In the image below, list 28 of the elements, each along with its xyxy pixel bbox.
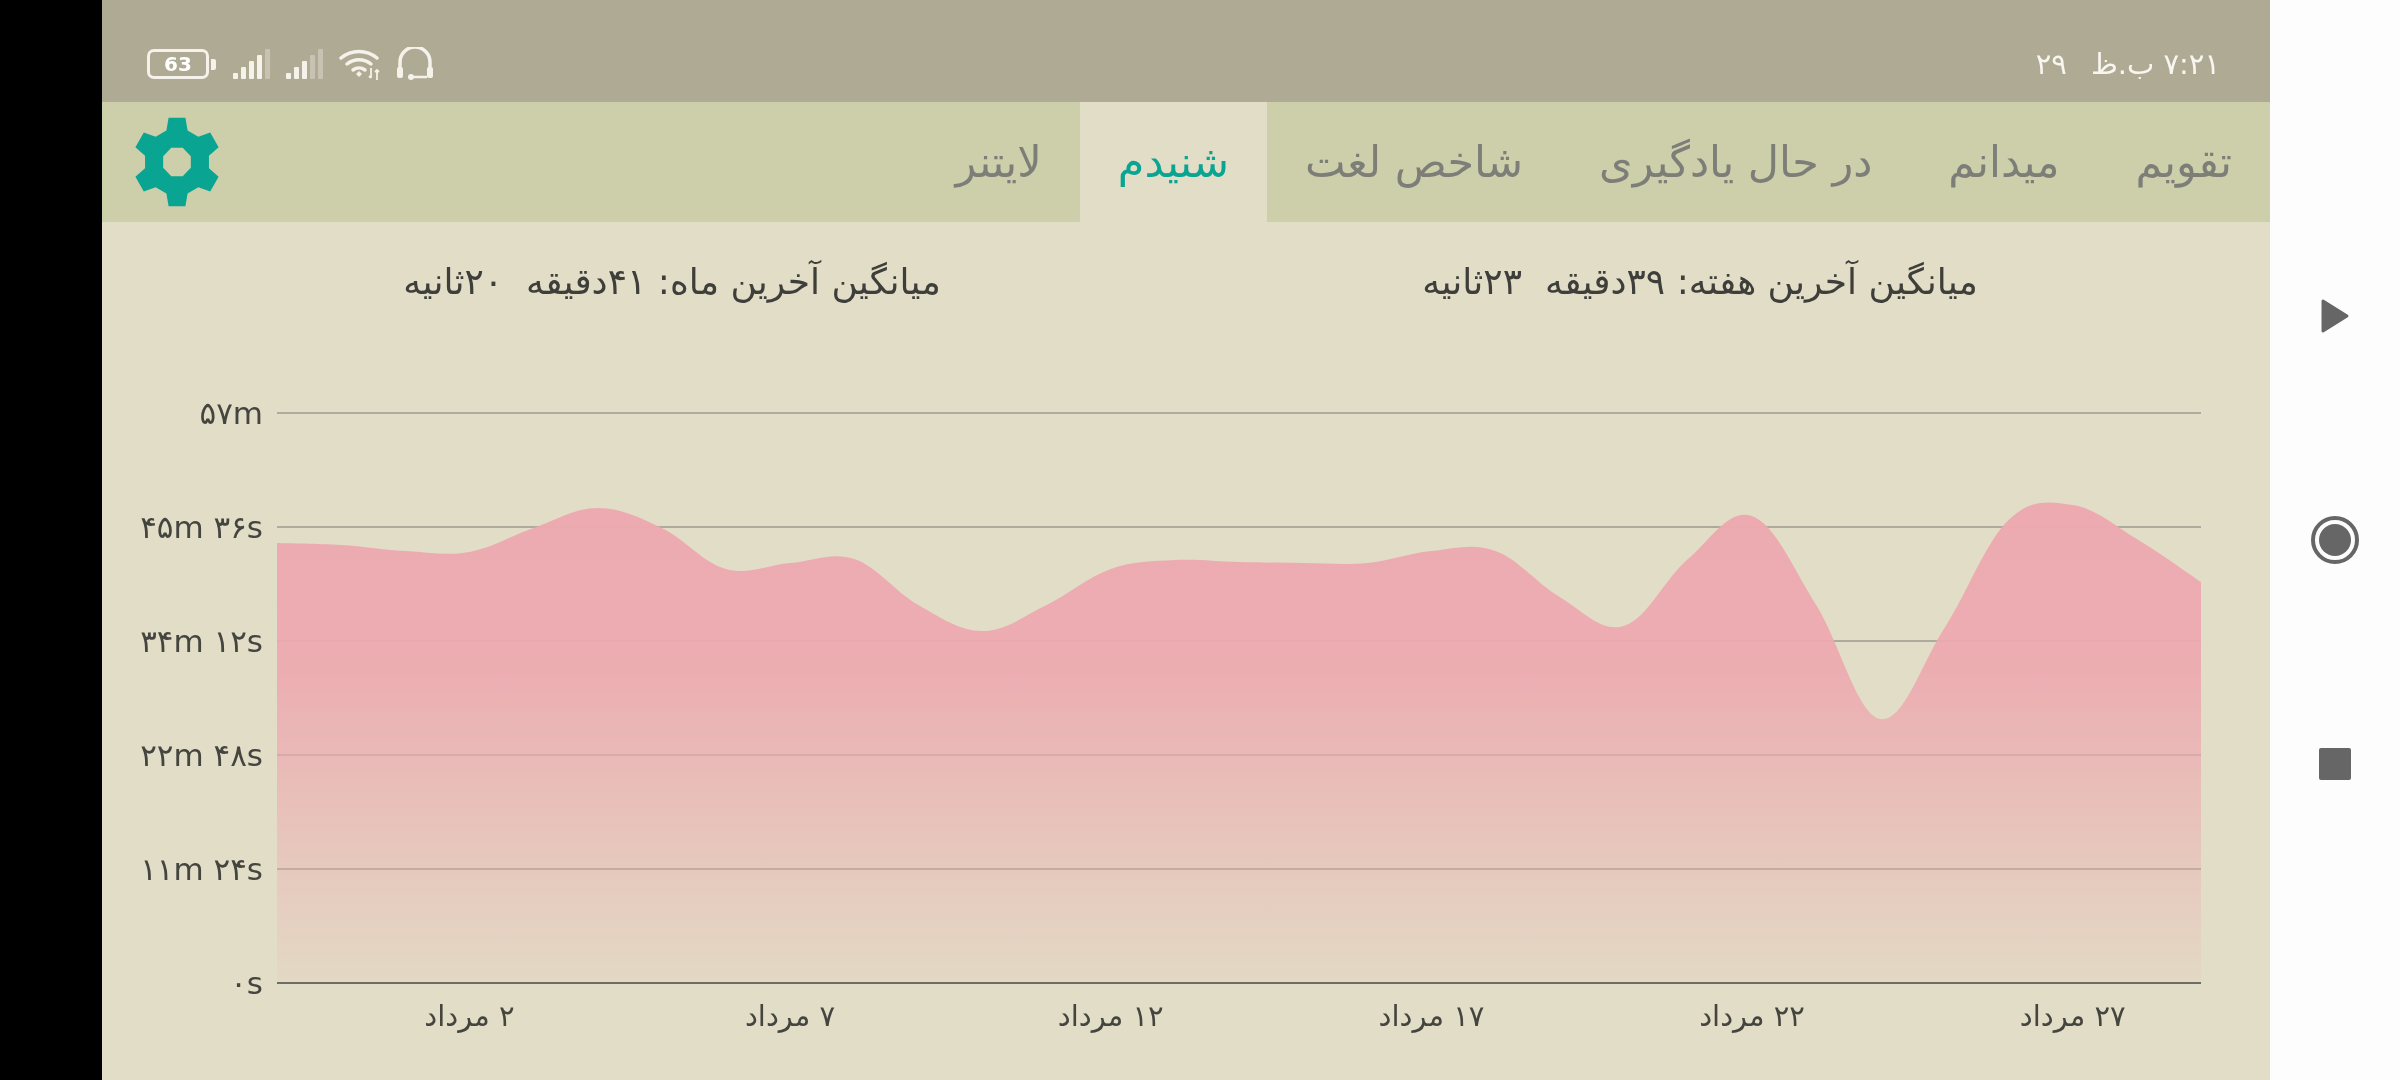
- battery-indicator: 63: [147, 49, 216, 79]
- signal-icon: [233, 49, 273, 79]
- x-tick-label: ۲ مرداد: [424, 999, 515, 1033]
- y-tick-label: ۲۲m ۴۸s: [140, 737, 263, 773]
- y-tick-label: ۰s: [230, 965, 263, 1001]
- signal-icon: [286, 49, 326, 79]
- tab[interactable]: لایتنر: [917, 102, 1080, 222]
- tab[interactable]: شنیدم: [1079, 102, 1267, 222]
- average-text: میانگین آخرین هفته: ۳۹دقیقه ۲۳ثانیه: [1422, 260, 1978, 302]
- y-tick-label: ۴۵m ۳۶s: [140, 509, 263, 545]
- tab[interactable]: شاخص لغت: [1266, 102, 1562, 222]
- y-tick-label: ۳۴m ۱۲s: [140, 623, 263, 659]
- status-time: ۷:۲۱ ب.ظ: [2090, 49, 2220, 79]
- headset-icon: [396, 47, 434, 81]
- y-tick-label: ۱۱m ۲۴s: [140, 851, 263, 887]
- y-tick-label: ۵۷m: [199, 395, 263, 431]
- home-icon[interactable]: [2311, 516, 2359, 564]
- status-day: ۲۹: [2035, 49, 2067, 79]
- tab[interactable]: در حال یادگیری: [1561, 102, 1911, 222]
- x-tick-label: ۷ مرداد: [744, 999, 836, 1033]
- x-tick-label: ۲۲ مرداد: [1699, 999, 1805, 1033]
- average-text: میانگین آخرین ماه: ۴۱دقیقه ۲۰ثانیه: [403, 260, 941, 302]
- tab[interactable]: تقویم: [2097, 102, 2270, 222]
- x-tick-label: ۲۷ مرداد: [2019, 999, 2126, 1033]
- x-tick-label: ۱۲ مرداد: [1057, 999, 1164, 1033]
- tab[interactable]: میدانم: [1910, 102, 2098, 222]
- back-icon[interactable]: [2320, 298, 2350, 334]
- x-tick-label: ۱۷ مرداد: [1378, 999, 1485, 1033]
